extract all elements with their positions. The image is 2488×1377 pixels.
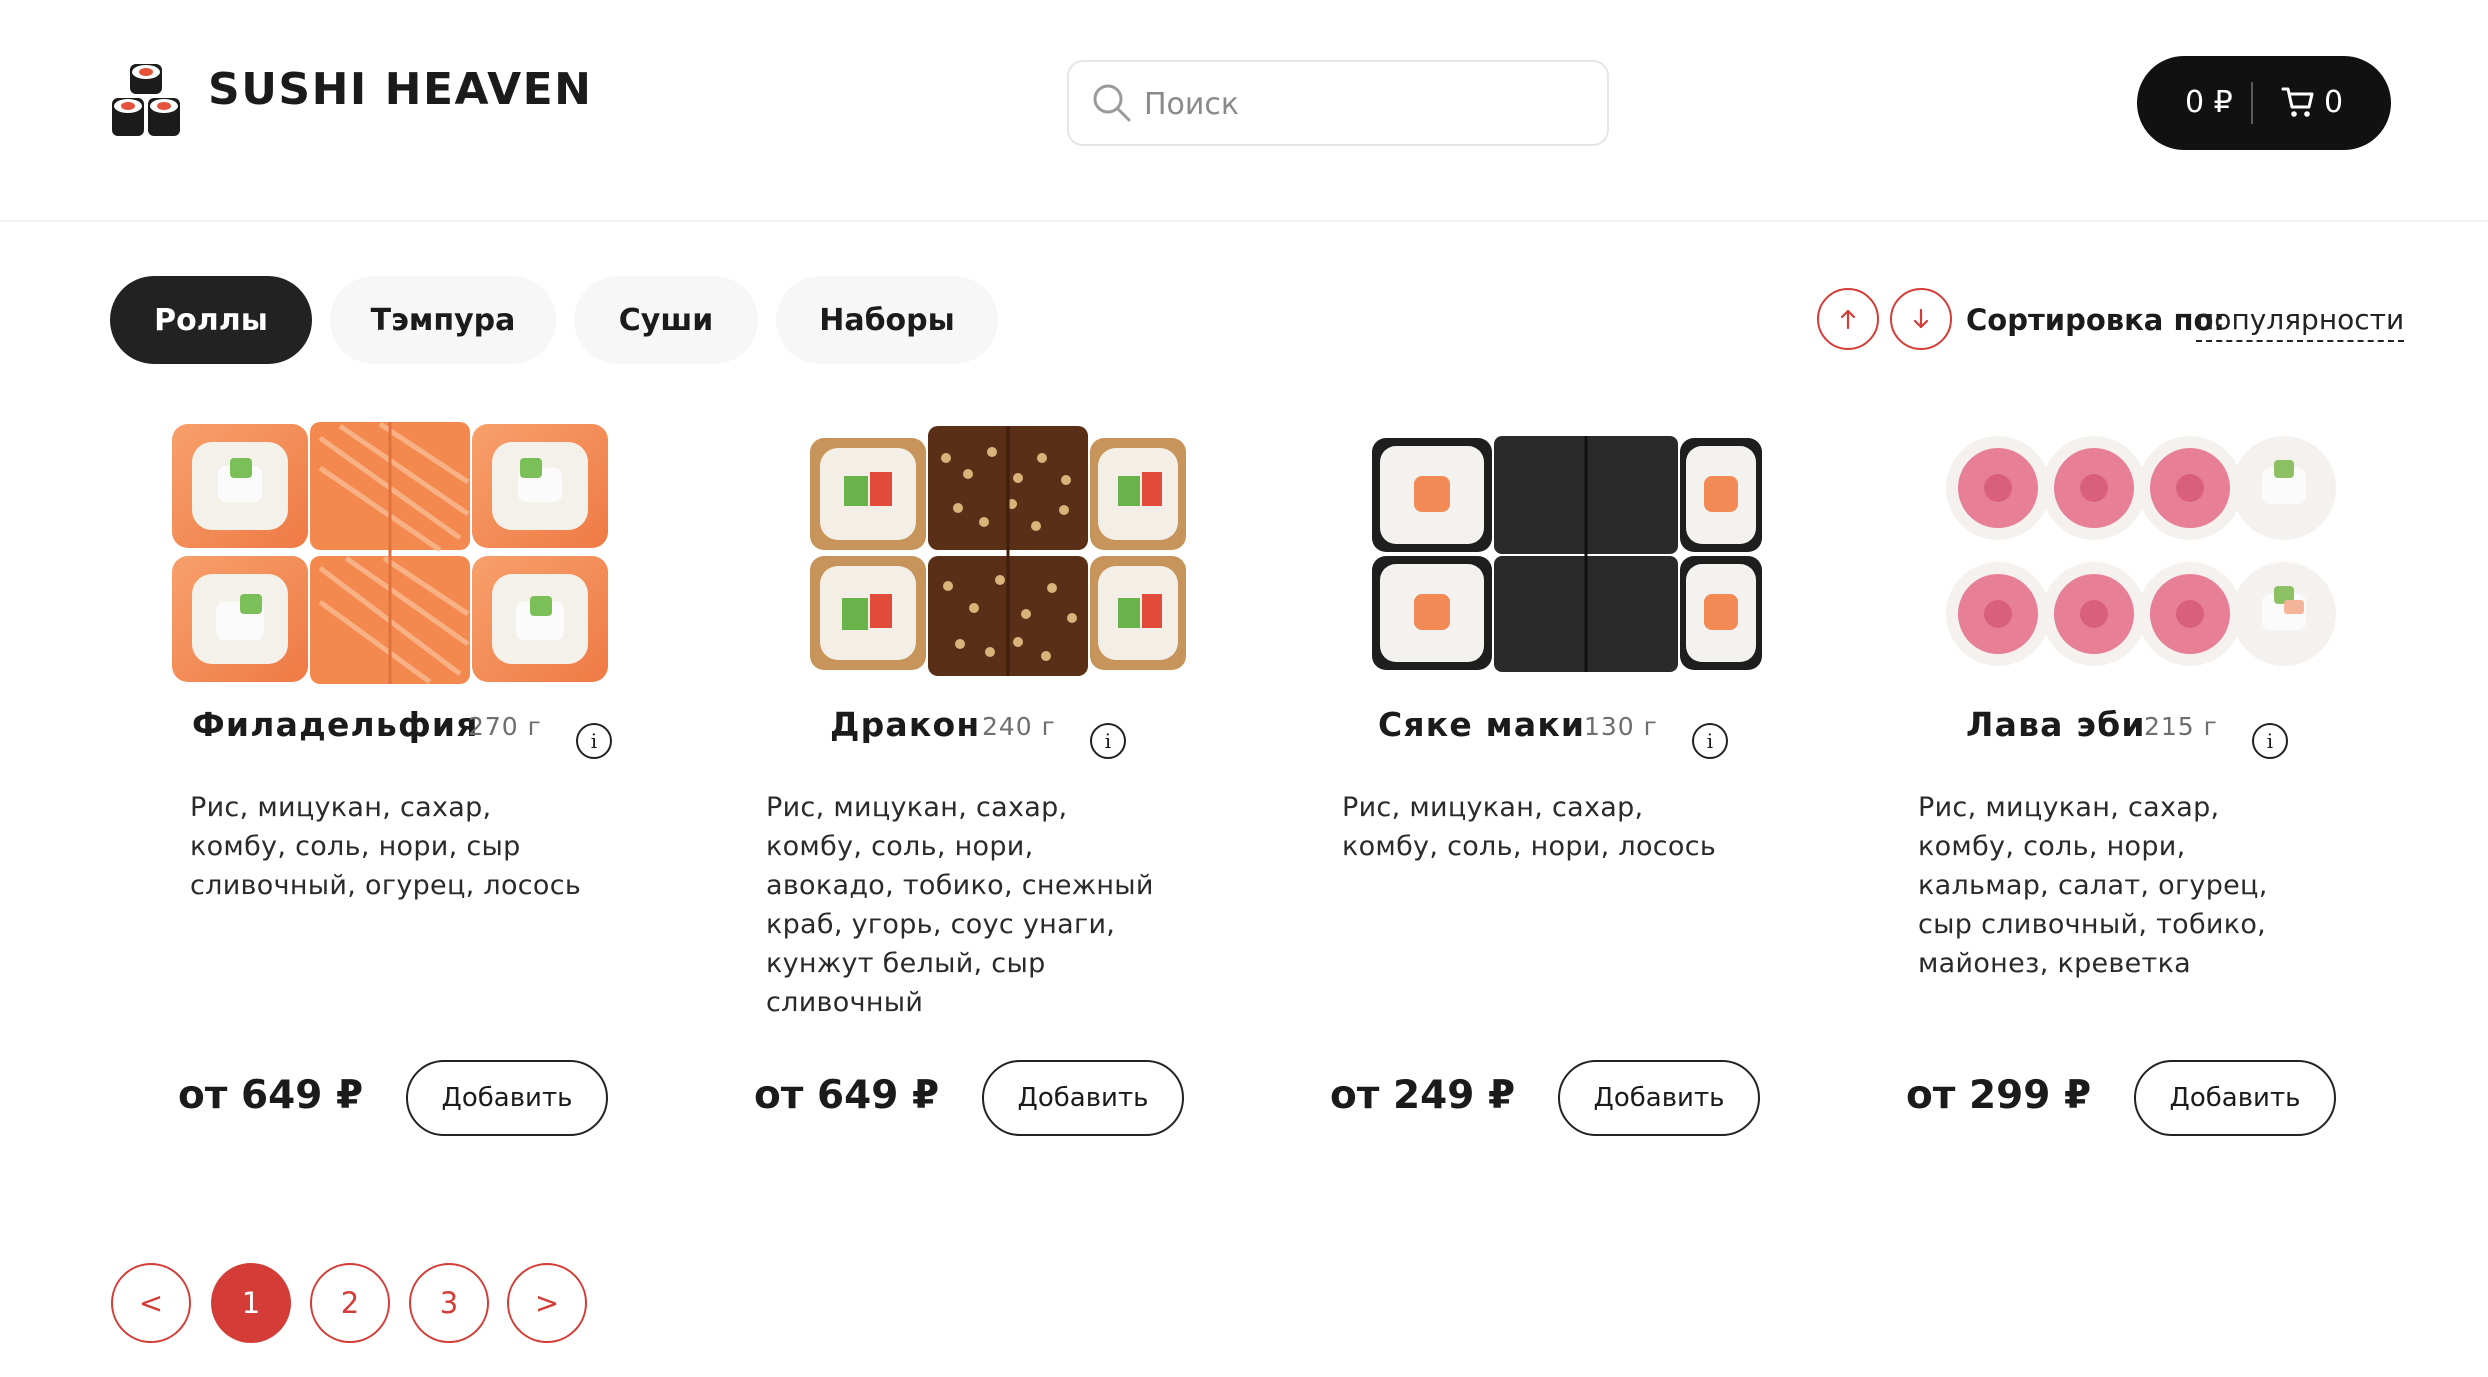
add-to-cart-button[interactable]: Добавить	[1558, 1060, 1760, 1136]
info-icon[interactable]: i	[576, 723, 612, 759]
cart-icon	[2281, 87, 2314, 117]
product-weight: 215 г	[2144, 712, 2218, 741]
product-image	[1946, 436, 2336, 666]
product-weight: 240 г	[982, 712, 1056, 741]
header: SUSHI HEAVEN 0 ₽ 0	[0, 0, 2488, 222]
product-price: от 249 ₽	[1330, 1073, 1516, 1118]
product-name: Дракон	[830, 705, 981, 744]
sort-dropdown[interactable]: популярности	[2196, 300, 2405, 342]
add-to-cart-button[interactable]: Добавить	[2134, 1060, 2336, 1136]
cart-divider	[2251, 82, 2253, 124]
search-icon	[1093, 84, 1131, 122]
arrow-up-icon	[1840, 309, 1856, 330]
add-to-cart-button[interactable]: Добавить	[982, 1060, 1184, 1136]
product-name: Филадельфия	[192, 705, 479, 744]
product-card: Филадельфия 270 г i Рис, мицукан, сахар,…	[120, 410, 680, 1170]
product-description: Рис, мицукан, сахар, комбу, соль, нори, …	[190, 792, 582, 901]
category-sets[interactable]: Наборы	[776, 276, 998, 364]
product-description: Рис, мицукан, сахар, комбу, соль, нори, …	[1342, 792, 1717, 862]
product-price: от 649 ₽	[754, 1073, 940, 1118]
info-icon[interactable]: i	[1692, 723, 1728, 759]
arrow-down-icon	[1913, 308, 1929, 329]
cart-total: 0 ₽	[2185, 85, 2233, 120]
cart-button[interactable]: 0 ₽ 0	[2137, 56, 2391, 150]
sort-desc-button[interactable]	[1890, 288, 1952, 350]
product-description: Рис, мицукан, сахар, комбу, соль, нори, …	[1918, 792, 2268, 979]
info-icon[interactable]: i	[2252, 723, 2288, 759]
product-name: Лава эби	[1966, 705, 2146, 744]
sushi-logo-icon[interactable]	[110, 62, 182, 138]
product-price: от 649 ₽	[178, 1073, 364, 1118]
search-box[interactable]	[1067, 60, 1609, 146]
product-title-row: Лава эби 215 г i	[1848, 695, 2408, 759]
product-title-row: Филадельфия 270 г i	[120, 695, 680, 759]
product-card: Лава эби 215 г i Рис, мицукан, сахар, ко…	[1848, 410, 2408, 1170]
category-tempura[interactable]: Тэмпура	[330, 276, 556, 364]
pagination-page-3[interactable]: 3	[409, 1263, 489, 1343]
sort-label: Сортировка по:	[1966, 303, 2226, 337]
product-title-row: Дракон 240 г i	[696, 695, 1256, 759]
product-weight: 130 г	[1584, 712, 1658, 741]
product-image	[1372, 436, 1762, 672]
product-card: Сяке маки 130 г i Рис, мицукан, сахар, к…	[1272, 410, 1832, 1170]
pagination-next-button[interactable]: >	[507, 1263, 587, 1343]
category-sushi[interactable]: Суши	[574, 276, 758, 364]
product-weight: 270 г	[468, 712, 542, 741]
search-input[interactable]	[1144, 76, 1584, 132]
product-title-row: Сяке маки 130 г i	[1272, 695, 1832, 759]
sort-asc-button[interactable]	[1817, 288, 1879, 350]
category-rolls[interactable]: Роллы	[110, 276, 312, 364]
product-card: Дракон 240 г i Рис, мицукан, сахар, комб…	[696, 410, 1256, 1170]
product-price: от 299 ₽	[1906, 1073, 2092, 1118]
pagination-page-2[interactable]: 2	[310, 1263, 390, 1343]
product-image	[172, 421, 608, 685]
info-icon[interactable]: i	[1090, 723, 1126, 759]
add-to-cart-button[interactable]: Добавить	[406, 1060, 608, 1136]
product-name: Сяке маки	[1378, 705, 1586, 744]
brand-name[interactable]: SUSHI HEAVEN	[208, 62, 593, 118]
cart-count: 0	[2324, 85, 2344, 120]
pagination-prev-button[interactable]: <	[111, 1263, 191, 1343]
product-description: Рис, мицукан, сахар, комбу, соль, нори, …	[766, 792, 1154, 1018]
product-image	[810, 426, 1186, 676]
pagination-page-1[interactable]: 1	[211, 1263, 291, 1343]
